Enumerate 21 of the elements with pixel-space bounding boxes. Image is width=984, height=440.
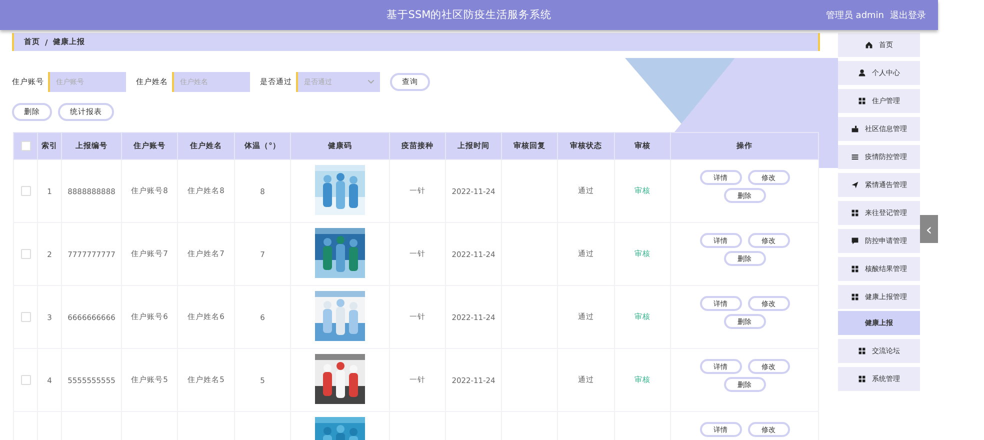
briefcase-icon (851, 125, 859, 133)
select-all-checkbox[interactable] (20, 141, 30, 151)
row-checkbox[interactable] (20, 186, 30, 196)
paper-plane-icon (851, 181, 859, 189)
row-checkbox[interactable] (20, 249, 30, 259)
list-icon (851, 153, 859, 161)
row-checkbox[interactable] (20, 375, 30, 385)
grid-icon (851, 293, 859, 301)
app-title: 基于SSM的社区防疫生活服务系统 (386, 9, 552, 21)
grid-icon (851, 265, 859, 273)
chat-icon (851, 237, 859, 245)
user-label: 管理员 admin (826, 10, 884, 22)
grid-icon (858, 97, 866, 105)
grid-icon (858, 347, 866, 355)
grid-icon (851, 209, 859, 217)
row-checkbox[interactable] (20, 312, 30, 322)
chevron-down-icon (368, 80, 374, 84)
collapse-button[interactable]: ‹ (920, 215, 938, 243)
home-icon (865, 41, 873, 49)
user-icon (858, 69, 866, 77)
grid-icon (858, 375, 866, 383)
